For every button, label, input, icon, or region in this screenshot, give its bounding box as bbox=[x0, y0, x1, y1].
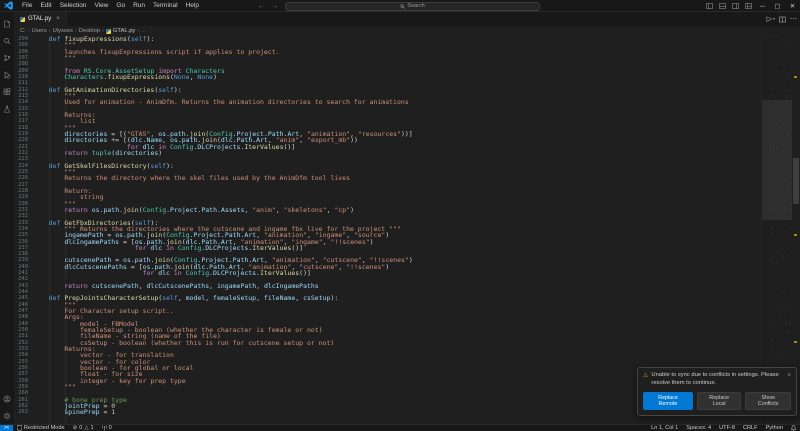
menu-edit[interactable]: Edit bbox=[36, 2, 55, 9]
toggle-sidebar-icon[interactable] bbox=[703, 0, 716, 12]
menu-file[interactable]: File bbox=[18, 2, 36, 9]
nav-forward-icon[interactable]: → bbox=[268, 3, 281, 10]
search-sidebar-icon[interactable] bbox=[0, 32, 14, 49]
search-icon bbox=[400, 4, 405, 9]
overview-warning-mark bbox=[794, 76, 797, 78]
tab-label: GTAL.py bbox=[28, 16, 51, 22]
menu-run[interactable]: Run bbox=[129, 2, 149, 9]
customize-layout-icon[interactable] bbox=[742, 0, 755, 12]
tab-bar: GTAL.py × ▷▾ ⋯ bbox=[14, 12, 800, 26]
menu-bar: File Edit Selection View Go Run Terminal… bbox=[18, 2, 203, 9]
ports-indicator[interactable]: 0 bbox=[98, 425, 116, 431]
editor-scrollbar[interactable] bbox=[792, 36, 800, 424]
code-editor[interactable]: 2042052062072082092102112122132142152162… bbox=[14, 36, 800, 424]
language-mode[interactable]: Python bbox=[762, 425, 787, 431]
search-placeholder: Search bbox=[407, 3, 424, 9]
breadcrumb-ulysses[interactable]: Ulysses bbox=[53, 28, 73, 34]
code-area[interactable]: def fixupExpressions(self): """ launches… bbox=[33, 36, 761, 424]
run-debug-icon[interactable] bbox=[0, 66, 14, 83]
breadcrumb-drive[interactable]: C: bbox=[20, 28, 26, 34]
command-center-search[interactable]: Search bbox=[285, 2, 540, 11]
breadcrumb-users[interactable]: Users bbox=[32, 28, 47, 34]
problems-indicator[interactable]: ⊘ 0 △ 1 bbox=[69, 425, 98, 431]
scrollbar-thumb[interactable] bbox=[793, 158, 799, 204]
tab-gtal-py[interactable]: GTAL.py × bbox=[14, 12, 67, 26]
explorer-icon[interactable] bbox=[0, 15, 14, 32]
line-number-gutter[interactable]: 2042052062072082092102112122132142152162… bbox=[14, 36, 33, 424]
menu-help[interactable]: Help bbox=[182, 2, 203, 9]
radio-tower-icon bbox=[102, 425, 107, 431]
nav-back-icon[interactable]: ← bbox=[255, 3, 268, 10]
restricted-mode-badge[interactable]: Restricted Mode bbox=[13, 425, 69, 431]
show-conflicts-button[interactable]: Show Conflicts bbox=[745, 392, 791, 410]
activity-bar bbox=[0, 12, 14, 424]
breadcrumb-symbol[interactable]: ... bbox=[141, 28, 146, 34]
menu-go[interactable]: Go bbox=[112, 2, 129, 9]
warnings-icon: △ bbox=[84, 425, 88, 431]
menu-terminal[interactable]: Terminal bbox=[149, 2, 182, 9]
notification-toast: ⚠ Unable to sync due to conflicts in set… bbox=[637, 367, 797, 416]
encoding[interactable]: UTF-8 bbox=[715, 425, 739, 431]
status-bar: >< Restricted Mode ⊘ 0 △ 1 0 Ln 1, Col 1… bbox=[0, 424, 800, 431]
remote-indicator[interactable]: >< bbox=[0, 425, 13, 431]
indent-guide bbox=[49, 36, 50, 424]
breadcrumb-file[interactable]: GTAL.py bbox=[113, 28, 135, 34]
vscode-logo bbox=[4, 1, 13, 10]
vscode-window: File Edit Selection View Go Run Terminal… bbox=[0, 0, 800, 431]
python-file-icon bbox=[106, 29, 111, 34]
errors-icon: ⊘ bbox=[73, 425, 78, 431]
warning-icon: ⚠ bbox=[643, 372, 648, 388]
toggle-panel-icon[interactable] bbox=[716, 0, 729, 12]
notification-close-icon[interactable]: × bbox=[787, 372, 791, 388]
indent-guide bbox=[65, 36, 66, 424]
eol-sequence[interactable]: CRLF bbox=[739, 425, 762, 431]
minimap[interactable]: def fixupExpressions(self): """ launches… bbox=[761, 36, 792, 424]
menu-selection[interactable]: Selection bbox=[56, 2, 91, 9]
overview-warning-mark bbox=[794, 341, 797, 343]
notification-message: Unable to sync due to conflicts in setti… bbox=[651, 372, 782, 388]
more-actions-icon[interactable]: ⋯ bbox=[790, 16, 797, 23]
cursor-position[interactable]: Ln 1, Col 1 bbox=[647, 425, 682, 431]
tab-close-icon[interactable]: × bbox=[56, 16, 60, 22]
maximize-icon[interactable]: ▢ bbox=[770, 0, 785, 12]
run-python-file-button[interactable]: ▷▾ bbox=[767, 16, 775, 23]
minimize-icon[interactable]: ─ bbox=[755, 0, 770, 12]
toggle-secondary-sidebar-icon[interactable] bbox=[729, 0, 742, 12]
close-icon[interactable]: ✕ bbox=[785, 0, 800, 12]
account-icon[interactable] bbox=[0, 390, 14, 407]
breadcrumb: C:› Users› Ulysses› Desktop› GTAL.py› ..… bbox=[14, 26, 800, 36]
extensions-icon[interactable] bbox=[0, 83, 14, 100]
notifications-bell-icon[interactable] bbox=[787, 425, 800, 431]
menu-view[interactable]: View bbox=[90, 2, 112, 9]
breadcrumb-desktop[interactable]: Desktop bbox=[79, 28, 100, 34]
shield-icon bbox=[17, 425, 22, 431]
replace-remote-button[interactable]: Replace Remote bbox=[643, 392, 693, 410]
minimap-slider[interactable] bbox=[762, 100, 792, 220]
overview-warning-mark bbox=[794, 234, 797, 236]
replace-local-button[interactable]: Replace Local bbox=[697, 392, 741, 410]
testing-icon[interactable] bbox=[0, 100, 14, 117]
split-editor-icon[interactable] bbox=[779, 16, 786, 23]
title-bar: File Edit Selection View Go Run Terminal… bbox=[0, 0, 800, 12]
python-file-icon bbox=[20, 17, 25, 22]
indentation[interactable]: Spaces: 4 bbox=[682, 425, 715, 431]
settings-gear-icon[interactable] bbox=[0, 407, 14, 424]
source-control-icon[interactable] bbox=[0, 49, 14, 66]
